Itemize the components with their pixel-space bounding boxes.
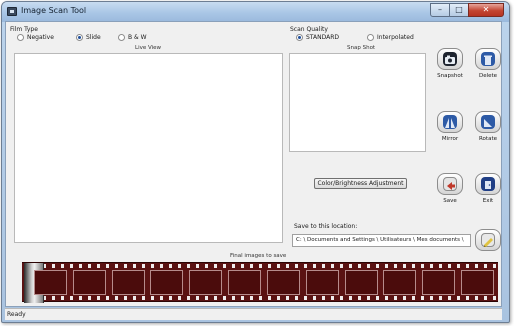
- save-location-field[interactable]: C: \ Documents and Settings \ Utilisateu…: [292, 234, 471, 247]
- save-label: Save: [443, 198, 457, 204]
- radio-slide-dot: [76, 34, 83, 41]
- exit-label: Exit: [482, 198, 494, 204]
- app-icon: [7, 7, 17, 16]
- color-brightness-button[interactable]: Color/Brightness Adjustment: [314, 178, 407, 189]
- rotate-icon: [481, 115, 495, 129]
- film-frame[interactable]: [111, 270, 145, 295]
- close-button[interactable]: ✕: [468, 3, 504, 17]
- film-frame[interactable]: [228, 270, 262, 295]
- delete-button[interactable]: [475, 48, 501, 70]
- rotate-label: Rotate: [478, 136, 497, 142]
- radio-interpolated[interactable]: Interpolated: [367, 34, 414, 41]
- radio-interpolated-label: Interpolated: [377, 34, 414, 41]
- live-view-panel: [14, 53, 283, 243]
- client-area: Film Type Negative Slide B & W Scan Qual…: [5, 21, 502, 307]
- snapshot-button[interactable]: [437, 48, 463, 70]
- film-sprockets-bottom: [22, 296, 498, 300]
- delete-label: Delete: [478, 73, 498, 79]
- film-frame[interactable]: [383, 270, 417, 295]
- radio-bw-label: B & W: [128, 34, 147, 41]
- status-text: Ready: [7, 311, 26, 318]
- status-bar: Ready: [5, 308, 502, 320]
- window-title: Image Scan Tool: [21, 6, 87, 15]
- film-frame[interactable]: [72, 270, 106, 295]
- exit-button[interactable]: [475, 173, 501, 195]
- snapshot-label: Snapshot: [437, 73, 463, 79]
- mirror-icon: [443, 115, 457, 129]
- film-sprockets-top: [22, 264, 498, 268]
- radio-standard-label: STANDARD: [306, 34, 340, 41]
- radio-negative-label: Negative: [27, 34, 54, 41]
- mirror-button[interactable]: [437, 111, 463, 133]
- window-controls: – □ ✕: [430, 3, 504, 17]
- film-frame[interactable]: [34, 270, 67, 295]
- title-bar[interactable]: Image Scan Tool – □ ✕: [2, 2, 509, 22]
- browse-button[interactable]: [475, 229, 501, 251]
- filmstrip-title: Final images to save: [230, 253, 287, 259]
- film-frames: [34, 270, 494, 295]
- radio-standard-dot: [296, 34, 303, 41]
- film-frame[interactable]: [422, 270, 456, 295]
- camera-icon: [443, 52, 457, 66]
- film-type-label: Film Type: [10, 26, 38, 33]
- film-frame[interactable]: [305, 270, 339, 295]
- film-frame[interactable]: [344, 270, 378, 295]
- save-location-label: Save to this location:: [294, 223, 358, 230]
- save-button[interactable]: [437, 173, 463, 195]
- radio-slide-label: Slide: [86, 34, 101, 41]
- radio-standard[interactable]: STANDARD: [296, 34, 339, 41]
- film-frame[interactable]: [189, 270, 223, 295]
- radio-bw-dot: [118, 34, 125, 41]
- live-view-title: Live View: [135, 45, 162, 51]
- exit-icon: [481, 177, 495, 191]
- radio-slide[interactable]: Slide: [76, 34, 101, 41]
- filmstrip: [22, 262, 498, 303]
- radio-interpolated-dot: [367, 34, 374, 41]
- minimize-button[interactable]: –: [430, 3, 450, 17]
- radio-negative[interactable]: Negative: [17, 34, 54, 41]
- radio-negative-dot: [17, 34, 24, 41]
- scan-quality-label: Scan Quality: [290, 26, 328, 33]
- maximize-button[interactable]: □: [449, 3, 469, 17]
- film-frame[interactable]: [266, 270, 300, 295]
- film-frame[interactable]: [460, 270, 494, 295]
- rotate-button[interactable]: [475, 111, 501, 133]
- folder-icon: [481, 233, 495, 247]
- film-frame[interactable]: [150, 270, 184, 295]
- mirror-label: Mirror: [441, 136, 459, 142]
- save-icon: [443, 177, 457, 191]
- snap-shot-panel: [289, 53, 426, 152]
- radio-bw[interactable]: B & W: [118, 34, 147, 41]
- trash-icon: [481, 52, 495, 66]
- snap-shot-title: Snap Shot: [347, 45, 376, 51]
